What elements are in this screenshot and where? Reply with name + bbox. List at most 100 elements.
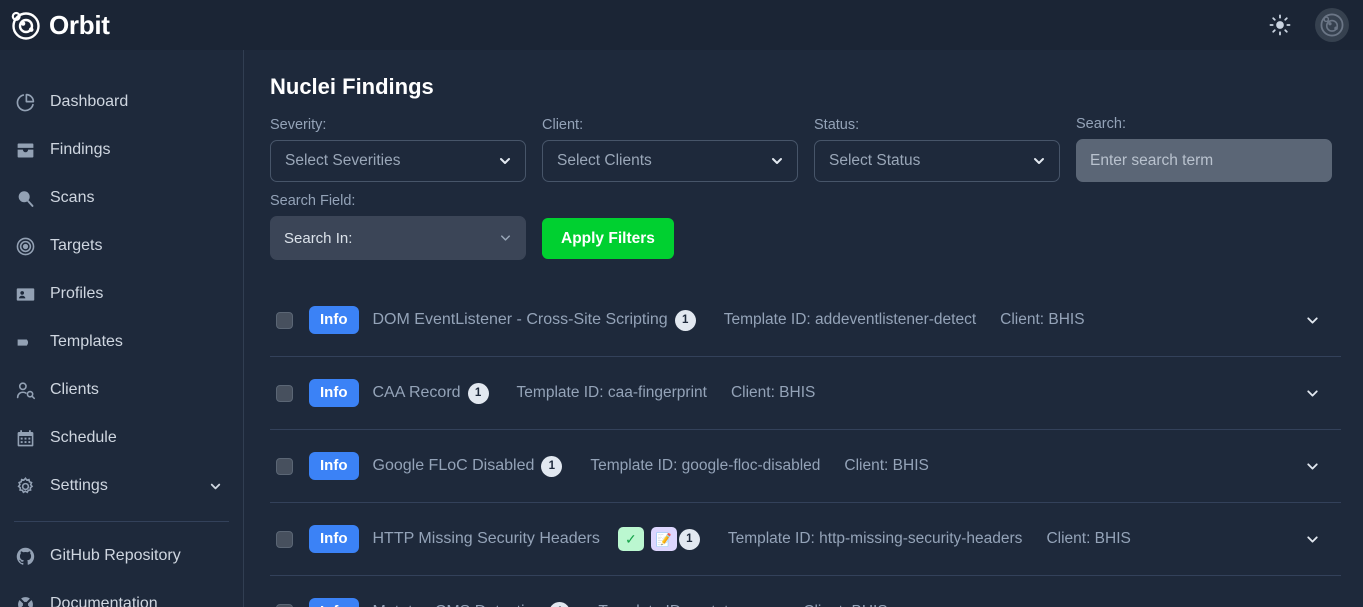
sidebar-divider: [14, 521, 229, 522]
sidebar-item-schedule[interactable]: Schedule: [0, 414, 243, 462]
severity-select-value: Select Severities: [285, 152, 400, 170]
sidebar-item-templates[interactable]: Templates: [0, 318, 243, 366]
finding-name: CAA Record: [373, 384, 461, 402]
finding-checkbox[interactable]: [276, 531, 293, 548]
verified-badge[interactable]: ✓: [618, 527, 644, 551]
finding-row[interactable]: Info CAA Record 1 Template ID: caa-finge…: [270, 357, 1341, 430]
sidebar-item-settings[interactable]: Settings: [0, 462, 243, 510]
apply-filters-button[interactable]: Apply Filters: [542, 218, 674, 259]
search-input[interactable]: [1076, 139, 1332, 182]
sidebar-item-profiles[interactable]: Profiles: [0, 270, 243, 318]
sidebar-item-label: Targets: [50, 237, 223, 255]
sidebar-item-dashboard[interactable]: Dashboard: [0, 78, 243, 126]
chevron-down-icon: [497, 153, 513, 169]
chevron-down-icon[interactable]: [1304, 604, 1337, 607]
chevron-down-icon[interactable]: [1304, 531, 1337, 548]
sidebar-item-clients[interactable]: Clients: [0, 366, 243, 414]
severity-badge: Info: [309, 598, 359, 607]
finding-checkbox[interactable]: [276, 604, 293, 607]
brand-name: Orbit: [49, 12, 110, 38]
finding-name: HTTP Missing Security Headers: [373, 530, 600, 548]
severity-badge: Info: [309, 379, 359, 406]
search-filter-label: Search:: [1076, 116, 1332, 132]
finding-checkbox[interactable]: [276, 312, 293, 329]
sidebar-item-label: Dashboard: [50, 93, 223, 111]
filters-row-1: Severity: Select Severities Client: Sele…: [270, 116, 1341, 182]
sun-icon[interactable]: [1269, 14, 1291, 36]
top-bar-actions: [1269, 8, 1349, 42]
client-select-value: Select Clients: [557, 152, 652, 170]
status-select-value: Select Status: [829, 152, 920, 170]
sidebar-item-github-repository[interactable]: GitHub Repository: [0, 532, 243, 580]
finding-client: Client: BHIS: [731, 384, 815, 402]
client-filter-group: Client: Select Clients: [542, 117, 798, 182]
finding-row[interactable]: Info DOM EventListener - Cross-Site Scri…: [270, 284, 1341, 357]
finding-template-id: Template ID: http-missing-security-heade…: [728, 530, 1023, 548]
finding-client: Client: BHIS: [1046, 530, 1130, 548]
severity-badge: Info: [309, 452, 359, 479]
tag-icon: [14, 331, 36, 353]
status-select[interactable]: Select Status: [814, 140, 1060, 182]
chevron-down-icon: [1031, 153, 1047, 169]
sidebar-item-label: Findings: [50, 141, 223, 159]
sidebar-item-scans[interactable]: Scans: [0, 174, 243, 222]
sidebar-item-label: Schedule: [50, 429, 223, 447]
chevron-down-icon[interactable]: [1304, 385, 1337, 402]
avatar[interactable]: [1315, 8, 1349, 42]
finding-count-badge: 1: [468, 383, 489, 404]
finding-row[interactable]: Info HTTP Missing Security Headers ✓ 📝 1…: [270, 503, 1341, 576]
filters-row-2: Search Field: Search In: Apply Filters: [270, 193, 1341, 260]
search-field-label: Search Field:: [270, 193, 526, 209]
github-icon: [14, 545, 36, 567]
chevron-down-icon[interactable]: [1304, 458, 1337, 475]
finding-client: Client: BHIS: [844, 457, 928, 475]
page-title: Nuclei Findings: [270, 74, 1341, 100]
inbox-icon: [14, 139, 36, 161]
brand[interactable]: Orbit: [10, 9, 110, 41]
orbit-avatar-icon: [1319, 12, 1345, 38]
severity-filter-label: Severity:: [270, 117, 526, 133]
finding-row[interactable]: Info Google FLoC Disabled 1 Template ID:…: [270, 430, 1341, 503]
sidebar-item-label: Scans: [50, 189, 223, 207]
status-filter-group: Status: Select Status: [814, 117, 1060, 182]
sidebar-item-label: Templates: [50, 333, 223, 351]
sidebar-item-documentation[interactable]: Documentation: [0, 580, 243, 607]
chevron-down-icon: [498, 231, 513, 246]
search-field-select[interactable]: Search In:: [270, 216, 526, 260]
chevron-down-icon[interactable]: [1304, 312, 1337, 329]
severity-filter-group: Severity: Select Severities: [270, 117, 526, 182]
sidebar-item-targets[interactable]: Targets: [0, 222, 243, 270]
severity-select[interactable]: Select Severities: [270, 140, 526, 182]
user-search-icon: [14, 379, 36, 401]
client-filter-label: Client:: [542, 117, 798, 133]
finding-count-badge: 1: [675, 310, 696, 331]
findings-list: Info DOM EventListener - Cross-Site Scri…: [270, 284, 1341, 607]
finding-name: Google FLoC Disabled: [373, 457, 535, 475]
calendar-icon: [14, 427, 36, 449]
severity-badge: Info: [309, 525, 359, 552]
id-card-icon: [14, 283, 36, 305]
status-filter-label: Status:: [814, 117, 1060, 133]
severity-badge: Info: [309, 306, 359, 333]
finding-count-badge: 1: [541, 456, 562, 477]
search-filter-group: Search:: [1076, 116, 1332, 182]
sidebar-item-label: Clients: [50, 381, 223, 399]
finding-count-badge: 1: [549, 602, 570, 607]
orbit-logo-icon: [10, 9, 42, 41]
finding-name: Metatag CMS Detection: [373, 603, 543, 607]
search-field-group: Search Field: Search In:: [270, 193, 526, 260]
search-field-value: Search In:: [284, 230, 352, 247]
finding-count-badge: 1: [679, 529, 700, 550]
finding-row[interactable]: Info Metatag CMS Detection 1 Template ID…: [270, 576, 1341, 607]
finding-client: Client: BHIS: [803, 603, 887, 607]
sidebar: Dashboard Findings Scans: [0, 50, 244, 607]
finding-status-badges: ✓ 📝 1: [618, 527, 700, 551]
book-orbit-icon: [14, 593, 36, 607]
chevron-down-icon[interactable]: [208, 479, 223, 494]
notes-badge[interactable]: 📝: [651, 527, 677, 551]
sidebar-item-findings[interactable]: Findings: [0, 126, 243, 174]
finding-checkbox[interactable]: [276, 458, 293, 475]
finding-template-id: Template ID: metatag-cms: [598, 603, 779, 607]
finding-checkbox[interactable]: [276, 385, 293, 402]
client-select[interactable]: Select Clients: [542, 140, 798, 182]
